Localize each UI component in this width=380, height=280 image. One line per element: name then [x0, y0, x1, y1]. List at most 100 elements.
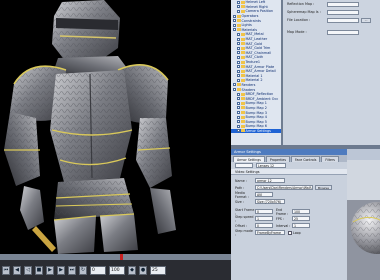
tree-item-label: MAT_Cloth: [245, 55, 264, 60]
sphere-map-field[interactable]: [327, 9, 359, 15]
expand-toggle-icon[interactable]: [233, 28, 236, 32]
transport-bar: ⏮ ◀ ◁ ■ ▶ ▶ ⏭ ↻ 0 100 ◆ ● 25: [0, 260, 236, 280]
tab-filters[interactable]: Filters: [321, 156, 339, 162]
tree-item-label: Constraints: [241, 18, 261, 23]
start-frame-field[interactable]: 0: [255, 209, 273, 214]
loop-button[interactable]: ↻: [79, 265, 87, 275]
tree-item-label: Bump Map 5: [245, 119, 267, 124]
expand-toggle-icon[interactable]: [237, 106, 240, 110]
expand-toggle-icon[interactable]: [233, 23, 236, 27]
node-icon: [237, 88, 241, 92]
node-icon: [237, 14, 241, 18]
interval-field[interactable]: 1: [292, 223, 310, 228]
expand-toggle-icon[interactable]: [237, 115, 240, 119]
node-icon: [241, 9, 245, 13]
step-field[interactable]: 1: [255, 216, 273, 221]
fps-setting-field[interactable]: 25: [292, 216, 310, 221]
expand-toggle-icon[interactable]: [237, 55, 240, 59]
channel-select[interactable]: [235, 163, 253, 168]
step-back-icon: ◀: [15, 267, 19, 273]
expand-toggle-icon[interactable]: [237, 32, 240, 36]
go-end-button[interactable]: ⏭: [68, 265, 76, 275]
expand-toggle-icon[interactable]: [237, 51, 240, 55]
expand-toggle-icon[interactable]: [237, 92, 240, 96]
end-frame-label: End Frame :: [276, 207, 289, 216]
end-frame-field[interactable]: 100: [109, 265, 125, 275]
path-field[interactable]: C:\Users\Dan\Renders\Armor\Wall\: [255, 185, 313, 190]
size-select[interactable]: Size (720x576): [255, 199, 285, 204]
record-button[interactable]: ●: [139, 265, 147, 275]
file-location-label: File Location :: [287, 18, 311, 22]
interval-label: Interval :: [276, 223, 291, 228]
offset-field[interactable]: 0: [255, 223, 273, 228]
expand-toggle-icon[interactable]: [237, 111, 240, 115]
play-icon: ▶: [48, 267, 52, 273]
path-browse-button[interactable]: Browse: [315, 185, 332, 190]
expand-toggle-icon[interactable]: [237, 65, 240, 69]
tree-item-label: MAT_Gold: [245, 41, 263, 46]
step-mode-row: Step mode : FrameByFrame Loop: [231, 229, 347, 237]
expand-toggle-icon[interactable]: [237, 101, 240, 105]
expand-toggle-icon[interactable]: [237, 74, 240, 78]
current-frame-field[interactable]: 0: [90, 265, 106, 275]
node-icon: [241, 97, 245, 101]
tree-item-label: MAT_Gold Trim: [245, 46, 271, 51]
loop-checkbox[interactable]: [288, 230, 292, 235]
expand-toggle-icon[interactable]: [237, 97, 240, 101]
node-icon: [241, 101, 245, 105]
tree-item[interactable]: Armor Settings: [231, 128, 281, 134]
key-button[interactable]: ◆: [128, 265, 136, 275]
go-start-button[interactable]: ⏮: [2, 265, 10, 275]
scene-tree: Helmet Left Helmet Right Camera Position Op…: [231, 0, 283, 145]
material-preview: [347, 160, 380, 280]
expand-toggle-icon[interactable]: [237, 69, 240, 73]
expand-toggle-icon[interactable]: [237, 129, 240, 133]
expand-toggle-icon[interactable]: [233, 19, 236, 23]
end-frame-field[interactable]: 100: [292, 209, 310, 214]
play-button[interactable]: ▶: [46, 265, 54, 275]
tab-armor-settings[interactable]: Armor Settings: [233, 156, 265, 162]
app-window: ⏮ ◀ ◁ ■ ▶ ▶ ⏭ ↻ 0 100 ◆ ● 25 Helmet Left…: [0, 0, 380, 280]
tree-item-label: Operators: [241, 14, 259, 19]
media-format-select[interactable]: AVI: [255, 192, 273, 197]
map-mode-select[interactable]: [327, 29, 359, 35]
node-icon: [241, 92, 245, 96]
prev-key-button[interactable]: ◀: [13, 265, 21, 275]
expand-toggle-icon[interactable]: [237, 5, 240, 9]
loop-label: Loop: [293, 230, 301, 235]
browse-button[interactable]: ...: [361, 17, 371, 23]
reflection-map-field[interactable]: [327, 1, 359, 7]
expand-toggle-icon[interactable]: [233, 14, 236, 18]
channel-field[interactable]: Lenses 12: [256, 163, 286, 168]
armor-settings-panel: Armor Settings Armor Settings Properties…: [231, 149, 347, 280]
expand-toggle-icon[interactable]: [237, 124, 240, 128]
expand-toggle-icon[interactable]: [237, 60, 240, 64]
play-back-button[interactable]: ◁: [24, 265, 32, 275]
node-icon: [241, 106, 245, 110]
expand-toggle-icon[interactable]: [237, 120, 240, 124]
expand-toggle-icon[interactable]: [233, 88, 236, 92]
file-location-field[interactable]: [327, 17, 359, 23]
3d-viewport[interactable]: [0, 0, 231, 262]
node-icon: [241, 5, 245, 9]
expand-toggle-icon[interactable]: [237, 9, 240, 13]
path-label: Path :: [235, 185, 245, 190]
stop-button[interactable]: ■: [35, 265, 43, 275]
name-field[interactable]: armor 12: [255, 178, 285, 183]
fps-field[interactable]: 25: [150, 265, 166, 275]
node-icon: [241, 51, 245, 55]
tab-face-controls[interactable]: Face Controls: [291, 156, 321, 162]
expand-toggle-icon[interactable]: [237, 42, 240, 46]
expand-toggle-icon[interactable]: [237, 46, 240, 50]
expand-toggle-icon[interactable]: [233, 83, 236, 87]
next-key-button[interactable]: ▶: [57, 265, 65, 275]
node-icon: [241, 55, 245, 59]
tree-item-label: MAT_Leather: [245, 37, 268, 42]
expand-toggle-icon[interactable]: [237, 0, 240, 4]
expand-toggle-icon[interactable]: [237, 78, 240, 82]
tree-item-label: Bump Map 3: [245, 110, 267, 115]
tab-properties[interactable]: Properties: [265, 156, 290, 162]
step-mode-select[interactable]: FrameByFrame: [255, 230, 285, 235]
node-icon: [241, 42, 245, 46]
expand-toggle-icon[interactable]: [237, 37, 240, 41]
